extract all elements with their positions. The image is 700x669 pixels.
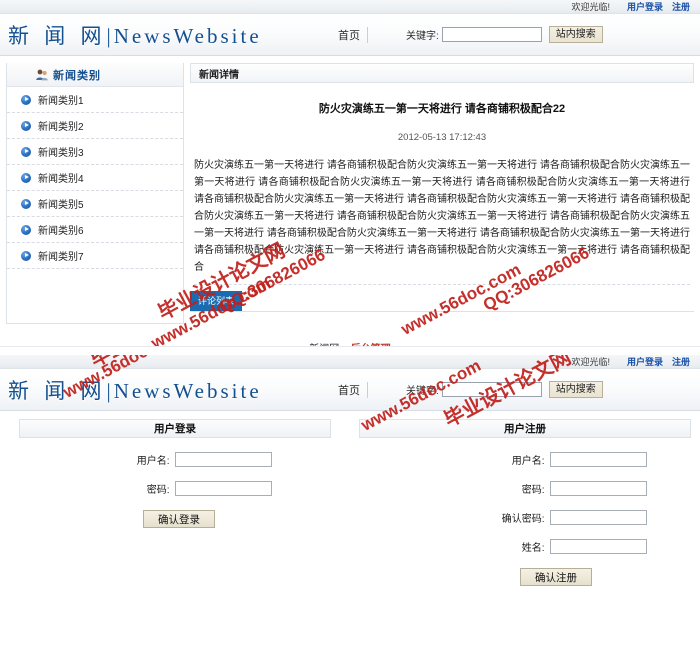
- arrow-circle-icon: [21, 120, 31, 131]
- site-header: 新 闻 网|NewsWebsite 首页 关键字: 站内搜索: [0, 369, 700, 411]
- topbar-login-link[interactable]: 用户登录: [627, 355, 663, 368]
- comment-divider: [190, 311, 694, 312]
- news-date: 2012-05-13 17:12:43: [397, 132, 487, 143]
- login-username-input[interactable]: [174, 452, 272, 467]
- sidebar-filler: [7, 269, 183, 323]
- register-submit-button[interactable]: 确认注册: [520, 568, 592, 586]
- topbar-register-link[interactable]: 注册: [672, 0, 690, 13]
- news-title: 防火灾演练五一第一天将进行 请各商铺积极配合22: [318, 103, 566, 115]
- sidebar-item-label: 新闻类别1: [38, 96, 84, 107]
- register-name-row: 姓名:: [350, 539, 700, 554]
- register-username-input[interactable]: [549, 452, 647, 467]
- arrow-circle-icon: [21, 146, 31, 157]
- sidebar-item-label: 新闻类别4: [38, 174, 84, 185]
- sidebar-item-category-2[interactable]: 新闻类别2: [7, 113, 183, 139]
- keyword-label: 关键字:: [406, 386, 439, 397]
- sidebar-item-category-6[interactable]: 新闻类别6: [7, 217, 183, 243]
- arrow-circle-icon: [21, 250, 31, 261]
- sidebar-item-label: 新闻类别6: [38, 226, 84, 237]
- sidebar-item-category-1[interactable]: 新闻类别1: [7, 87, 183, 113]
- logo-chinese: 新 闻 网: [8, 23, 107, 48]
- sidebar-item-list: 新闻类别1 新闻类别2 新闻类别3 新闻类别4 新闻类别5 新闻类别6 新闻类别…: [7, 87, 183, 269]
- login-form: 用户登录 用户名: 密码: 确认登录: [0, 419, 350, 586]
- sidebar-item-label: 新闻类别5: [38, 200, 84, 211]
- sidebar-item-label: 新闻类别2: [38, 122, 84, 133]
- comment-tab-row: 评论列表: [190, 291, 694, 311]
- topbar-login-link[interactable]: 用户登录: [627, 0, 663, 13]
- login-username-row: 用户名:: [0, 452, 350, 467]
- login-password-input[interactable]: [174, 481, 272, 496]
- login-form-heading: 用户登录: [19, 419, 331, 438]
- nav-home-link[interactable]: 首页: [338, 381, 368, 398]
- sidebar-header: 新闻类别: [7, 63, 183, 87]
- register-confirm-password-label: 确认密码:: [501, 514, 545, 525]
- news-detail-page: 欢迎光临! 用户登录 注册 新 闻 网|NewsWebsite 首页 关键字: …: [0, 0, 700, 355]
- welcome-text: 欢迎光临!: [571, 2, 610, 12]
- arrow-circle-icon: [21, 94, 31, 105]
- news-detail-panel: 新闻详情 防火灾演练五一第一天将进行 请各商铺积极配合22 2012-05-13…: [190, 63, 694, 324]
- utility-topbar: 欢迎光临! 用户登录 注册: [0, 355, 700, 369]
- register-username-label: 用户名:: [511, 456, 545, 467]
- arrow-circle-icon: [21, 172, 31, 183]
- site-header: 新 闻 网|NewsWebsite 首页 关键字: 站内搜索: [0, 14, 700, 56]
- detail-content-wrapper: 新闻类别 新闻类别1 新闻类别2 新闻类别3 新闻类别4 新闻类别5 新闻类别6…: [0, 56, 700, 324]
- logo-english: NewsWebsite: [113, 378, 262, 403]
- news-body-text: 防火灾演练五一第一天将进行 请各商铺积极配合防火灾演练五一第一天将进行 请各商铺…: [194, 157, 690, 285]
- tab-comments[interactable]: 评论列表: [190, 291, 243, 311]
- login-username-label: 用户名:: [136, 456, 170, 467]
- register-password-row: 密码:: [350, 481, 700, 496]
- site-search-button[interactable]: 站内搜索: [548, 381, 603, 398]
- auth-forms-wrapper: 用户登录 用户名: 密码: 确认登录 用户注册 用户名: 密码: 确认密码: 姓…: [0, 411, 700, 586]
- register-confirm-password-row: 确认密码:: [350, 510, 700, 525]
- sidebar-item-label: 新闻类别3: [38, 148, 84, 159]
- logo-chinese: 新 闻 网: [8, 378, 107, 403]
- register-name-input[interactable]: [549, 539, 647, 554]
- site-search-button[interactable]: 站内搜索: [548, 26, 603, 43]
- header-nav-search: 首页 关键字: 站内搜索: [338, 14, 603, 55]
- welcome-text: 欢迎光临!: [571, 357, 610, 367]
- screenshot-separator: [0, 346, 700, 355]
- sidebar-item-category-7[interactable]: 新闻类别7: [7, 243, 183, 269]
- site-logo[interactable]: 新 闻 网|NewsWebsite: [0, 375, 262, 405]
- register-password-label: 密码:: [521, 485, 545, 496]
- login-submit-row: 确认登录: [0, 510, 350, 528]
- sidebar-item-category-5[interactable]: 新闻类别5: [7, 191, 183, 217]
- logo-english: NewsWebsite: [113, 23, 262, 48]
- login-password-row: 密码:: [0, 481, 350, 496]
- arrow-circle-icon: [21, 224, 31, 235]
- register-username-row: 用户名:: [350, 452, 700, 467]
- utility-topbar: 欢迎光临! 用户登录 注册: [0, 0, 700, 14]
- arrow-circle-icon: [21, 198, 31, 209]
- register-form: 用户注册 用户名: 密码: 确认密码: 姓名: 确认注册: [350, 419, 700, 586]
- category-sidebar: 新闻类别 新闻类别1 新闻类别2 新闻类别3 新闻类别4 新闻类别5 新闻类别6…: [6, 63, 184, 324]
- header-nav-search: 首页 关键字: 站内搜索: [338, 369, 603, 410]
- users-icon: [35, 68, 49, 82]
- auth-page: 欢迎光临! 用户登录 注册 新 闻 网|NewsWebsite 首页 关键字: …: [0, 355, 700, 669]
- register-confirm-password-input[interactable]: [549, 510, 647, 525]
- topbar-register-link[interactable]: 注册: [672, 355, 690, 368]
- sidebar-item-label: 新闻类别7: [38, 252, 84, 263]
- keyword-label: 关键字:: [406, 31, 439, 42]
- logo-separator: |: [106, 23, 114, 48]
- sidebar-item-category-3[interactable]: 新闻类别3: [7, 139, 183, 165]
- register-name-label: 姓名:: [521, 543, 545, 554]
- login-submit-button[interactable]: 确认登录: [143, 510, 215, 528]
- search-input[interactable]: [441, 27, 542, 42]
- register-password-input[interactable]: [549, 481, 647, 496]
- site-logo[interactable]: 新 闻 网|NewsWebsite: [0, 20, 262, 50]
- logo-separator: |: [106, 378, 114, 403]
- sidebar-item-category-4[interactable]: 新闻类别4: [7, 165, 183, 191]
- nav-home-link[interactable]: 首页: [338, 26, 368, 43]
- sidebar-title: 新闻类别: [53, 69, 101, 82]
- login-password-label: 密码:: [146, 485, 170, 496]
- search-input[interactable]: [441, 382, 542, 397]
- register-submit-row: 确认注册: [350, 568, 700, 586]
- panel-heading: 新闻详情: [190, 63, 694, 83]
- register-form-heading: 用户注册: [359, 419, 691, 438]
